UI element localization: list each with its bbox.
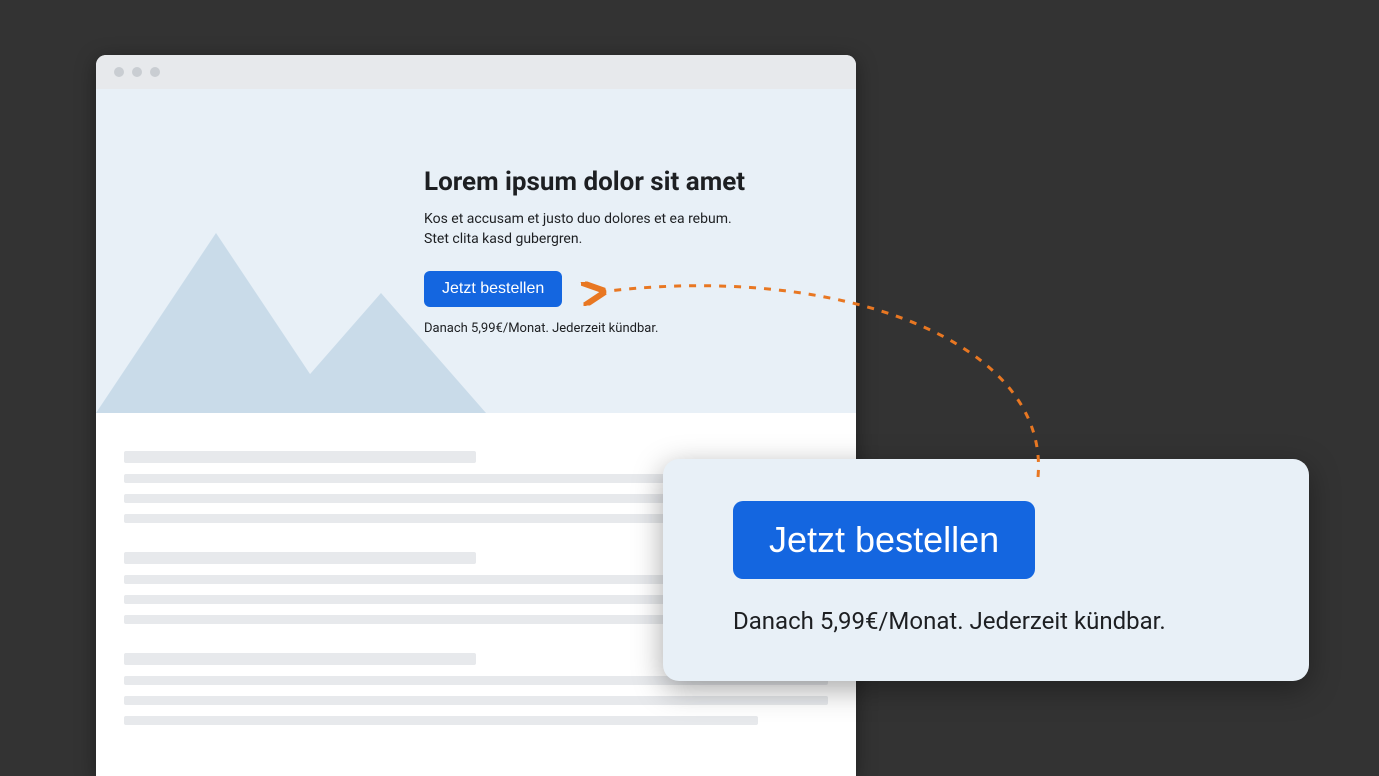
skeleton-line: [124, 653, 476, 665]
skeleton-line: [124, 552, 476, 564]
hero-section: Lorem ipsum dolor sit amet Kos et accusa…: [96, 89, 856, 413]
order-button[interactable]: Jetzt bestellen: [424, 271, 562, 307]
zoom-callout-panel: Jetzt bestellen Danach 5,99€/Monat. Jede…: [663, 459, 1309, 681]
traffic-light-zoom-icon: [150, 67, 160, 77]
skeleton-line: [124, 716, 758, 725]
browser-titlebar: [96, 55, 856, 89]
skeleton-line: [124, 451, 476, 463]
traffic-light-minimize-icon: [132, 67, 142, 77]
hero-title: Lorem ipsum dolor sit amet: [424, 167, 824, 198]
traffic-light-close-icon: [114, 67, 124, 77]
hero-subtitle: Kos et accusam et justo duo dolores et e…: [424, 210, 824, 249]
hero-subtitle-line2: Stet clita kasd gubergren.: [424, 231, 582, 247]
price-note-large: Danach 5,99€/Monat. Jederzeit kündbar.: [733, 607, 1239, 635]
price-note: Danach 5,99€/Monat. Jederzeit kündbar.: [424, 321, 824, 336]
order-button-large[interactable]: Jetzt bestellen: [733, 501, 1035, 579]
hero-content: Lorem ipsum dolor sit amet Kos et accusa…: [424, 167, 824, 336]
skeleton-line: [124, 696, 828, 705]
hero-subtitle-line1: Kos et accusam et justo duo dolores et e…: [424, 211, 732, 227]
